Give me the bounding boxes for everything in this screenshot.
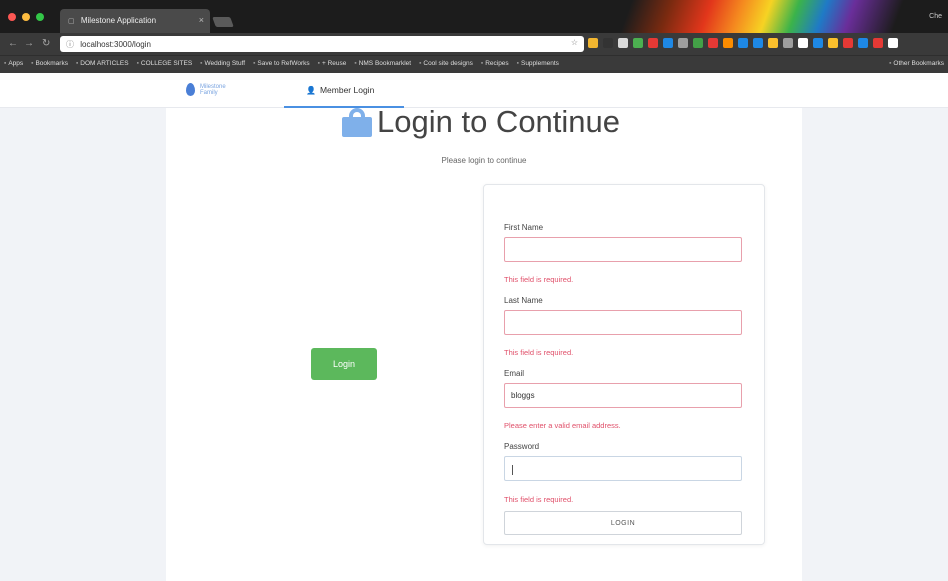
extension-icon[interactable] — [648, 38, 658, 48]
bookmark-item[interactable]: Wedding Stuff — [196, 56, 249, 67]
bookmarks-bar: AppsBookmarksDOM ARTICLESCOLLEGE SITESWe… — [0, 55, 948, 73]
extension-icon[interactable] — [723, 38, 733, 48]
bookmark-item[interactable]: DOM ARTICLES — [72, 56, 133, 67]
bookmark-item[interactable]: Apps — [0, 56, 27, 67]
extension-icon[interactable] — [843, 38, 853, 48]
logo-line2: Family — [200, 90, 218, 96]
browser-tab-active[interactable]: ▢ Milestone Application × — [60, 9, 210, 33]
reload-icon[interactable]: ↻ — [42, 38, 50, 50]
other-bookmarks[interactable]: Other Bookmarks — [889, 60, 944, 67]
back-arrow-icon[interactable]: ← — [8, 38, 18, 50]
tab-title: Milestone Application — [80, 16, 157, 25]
extension-icon[interactable] — [798, 38, 808, 48]
bookmark-item[interactable]: Save to RefWorks — [249, 56, 314, 67]
page-subtitle: Please login to continue — [441, 156, 527, 165]
profile-button[interactable]: Che — [929, 13, 942, 20]
address-url: localhost:3000/login — [80, 40, 151, 49]
email-label: Email — [504, 369, 525, 378]
bookmark-item[interactable]: Recipes — [477, 56, 513, 67]
email-error: Please enter a valid email address. — [504, 421, 621, 430]
bookmark-item[interactable]: Supplements — [513, 56, 563, 67]
first-name-input[interactable] — [504, 237, 742, 262]
user-icon: 👤 — [306, 86, 316, 95]
bookmark-star-icon[interactable]: ☆ — [571, 38, 578, 47]
page-icon: ▢ — [68, 18, 75, 25]
extension-icon[interactable] — [708, 38, 718, 48]
bookmark-item[interactable]: + Reuse — [314, 56, 351, 67]
bookmark-item[interactable]: Cool site designs — [415, 56, 477, 67]
nav-member-login[interactable]: 👤 Member Login — [284, 73, 404, 108]
nav-member-login-label: Member Login — [319, 85, 375, 95]
info-icon[interactable]: ⓘ — [66, 39, 74, 50]
last-name-error: This field is required. — [504, 348, 574, 357]
extension-icon[interactable] — [588, 38, 598, 48]
tab-close-icon[interactable]: × — [199, 15, 204, 25]
window-zoom-button[interactable] — [36, 13, 44, 21]
first-name-label: First Name — [504, 223, 544, 232]
extension-icon[interactable] — [693, 38, 703, 48]
extension-icon[interactable] — [888, 38, 898, 48]
email-input[interactable] — [504, 383, 742, 408]
extension-icon[interactable] — [663, 38, 673, 48]
bookmark-item[interactable]: COLLEGE SITES — [133, 56, 197, 67]
first-name-error: This field is required. — [504, 275, 574, 284]
window-close-button[interactable] — [8, 13, 16, 21]
app-header: Milestone Family 👤 Member Login — [0, 73, 948, 108]
login-panel: Login to Continue Please login to contin… — [166, 104, 802, 581]
password-error: This field is required. — [504, 495, 574, 504]
last-name-input[interactable] — [504, 310, 742, 335]
address-bar[interactable]: ⓘ localhost:3000/login ☆ — [60, 36, 584, 52]
login-form: First Name This field is required. Last … — [483, 184, 765, 545]
browser-theme-image — [560, 0, 948, 33]
extension-icon[interactable] — [858, 38, 868, 48]
logo-drop-icon — [186, 83, 195, 96]
extension-icon[interactable] — [873, 38, 883, 48]
form-login-button[interactable]: LOGIN — [504, 511, 742, 535]
extension-icon[interactable] — [738, 38, 748, 48]
bookmark-item[interactable]: NMS Bookmarklet — [350, 56, 415, 67]
extension-icon[interactable] — [618, 38, 628, 48]
extension-icon[interactable] — [633, 38, 643, 48]
forward-arrow-icon[interactable]: → — [24, 38, 34, 50]
extension-icon[interactable] — [753, 38, 763, 48]
new-tab-button[interactable] — [212, 17, 234, 27]
password-input[interactable] — [504, 456, 742, 481]
extension-icon[interactable] — [783, 38, 793, 48]
extension-icon[interactable] — [813, 38, 823, 48]
text-caret — [512, 465, 513, 475]
page-title: Login to Continue — [377, 104, 621, 139]
login-button[interactable]: Login — [311, 348, 377, 380]
window-minimize-button[interactable] — [22, 13, 30, 21]
extension-icon[interactable] — [678, 38, 688, 48]
extension-icons — [588, 38, 898, 50]
extension-icon[interactable] — [768, 38, 778, 48]
browser-tab-strip: ▢ Milestone Application × Che — [0, 0, 948, 33]
bookmark-item[interactable]: Bookmarks — [27, 56, 72, 67]
lock-icon — [342, 108, 372, 137]
extension-icon[interactable] — [828, 38, 838, 48]
last-name-label: Last Name — [504, 296, 543, 305]
extension-icon[interactable] — [603, 38, 613, 48]
password-label: Password — [504, 442, 540, 451]
browser-toolbar: ← → ↻ ⓘ localhost:3000/login ☆ — [0, 33, 948, 55]
